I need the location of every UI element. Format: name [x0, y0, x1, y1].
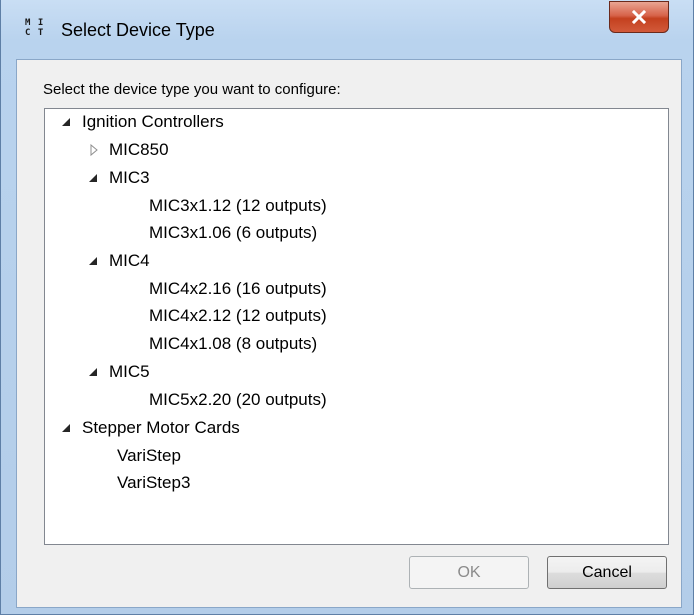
expanded-arrow-icon[interactable] — [87, 171, 101, 185]
collapsed-arrow-icon[interactable] — [87, 143, 101, 157]
expanded-arrow-icon[interactable] — [87, 254, 101, 268]
tree-node-varistep[interactable]: VariStep — [117, 443, 181, 469]
window-title: Select Device Type — [61, 20, 215, 40]
tree-node-mic3x1-12[interactable]: MIC3x1.12 (12 outputs) — [149, 193, 327, 219]
ok-button[interactable]: OK — [409, 556, 529, 589]
dialog-window: M IC T Select Device Type Select the dev… — [0, 0, 694, 615]
dialog-client-area: Select the device type you want to confi… — [16, 59, 682, 608]
close-icon — [631, 10, 647, 24]
close-button[interactable] — [609, 1, 669, 33]
tree-node-mic4x1-08[interactable]: MIC4x1.08 (8 outputs) — [149, 331, 317, 357]
tree-node-ignition-controllers[interactable]: Ignition Controllers — [82, 109, 224, 135]
tree-node-mic4x2-12[interactable]: MIC4x2.12 (12 outputs) — [149, 303, 327, 329]
tree-node-mic3x1-06[interactable]: MIC3x1.06 (6 outputs) — [149, 220, 317, 246]
expanded-arrow-icon[interactable] — [60, 115, 74, 129]
expanded-arrow-icon[interactable] — [87, 365, 101, 379]
tree-node-mic5[interactable]: MIC5 — [109, 359, 150, 385]
tree-node-stepper-motor-cards[interactable]: Stepper Motor Cards — [82, 415, 240, 441]
expanded-arrow-icon[interactable] — [60, 421, 74, 435]
tree-node-mic3[interactable]: MIC3 — [109, 165, 150, 191]
cancel-button[interactable]: Cancel — [547, 556, 667, 589]
prompt-label: Select the device type you want to confi… — [43, 81, 341, 98]
tree-node-mic4[interactable]: MIC4 — [109, 248, 150, 274]
tree-node-mic4x2-16[interactable]: MIC4x2.16 (16 outputs) — [149, 276, 327, 302]
tree-node-varistep3[interactable]: VariStep3 — [117, 470, 190, 496]
tree-node-mic850[interactable]: MIC850 — [109, 137, 169, 163]
tree-node-mic5x2-20[interactable]: MIC5x2.20 (20 outputs) — [149, 387, 327, 413]
device-type-tree[interactable]: Ignition Controllers MIC850 MIC3 MIC3x1.… — [44, 108, 669, 545]
app-icon: M IC T — [25, 18, 45, 38]
